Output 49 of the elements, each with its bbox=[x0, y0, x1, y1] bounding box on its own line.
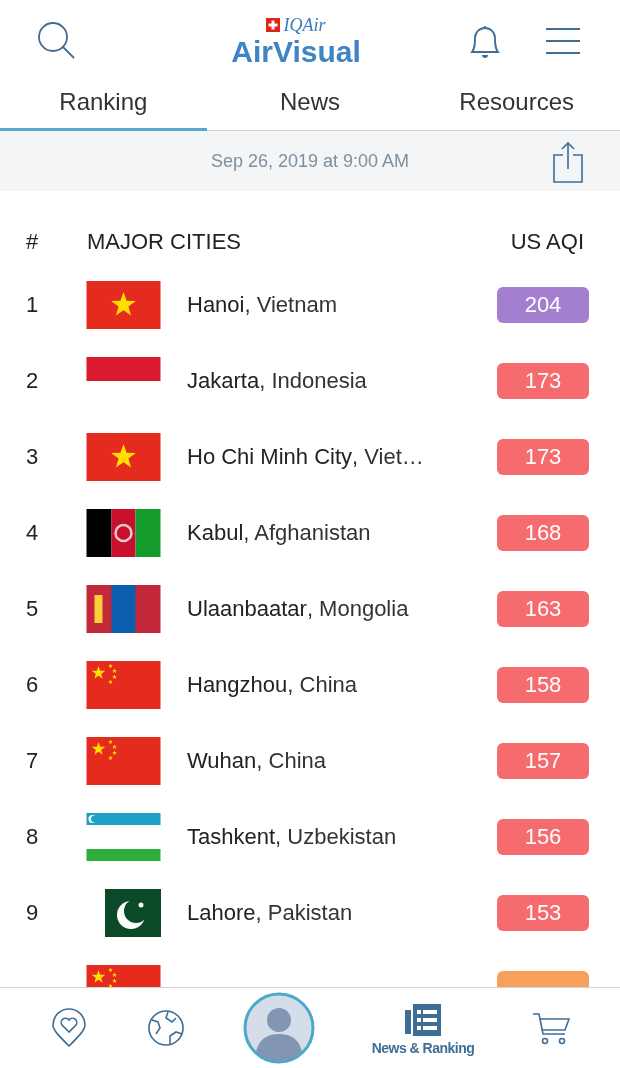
city-name[interactable]: Wuhan, China bbox=[187, 748, 497, 774]
tab[interactable]: Resources bbox=[413, 82, 620, 131]
rank-number: 3 bbox=[26, 444, 40, 470]
city-name[interactable]: Jakarta, Indonesia bbox=[187, 368, 497, 394]
rank-number: 6 bbox=[26, 672, 40, 698]
flag-icon bbox=[86, 661, 161, 709]
city-name[interactable]: Ulaanbaatar, Mongolia bbox=[187, 596, 497, 622]
city-name[interactable]: Kabul, Afghanistan bbox=[187, 520, 497, 546]
city-name[interactable]: Ho Chi Minh City, Viet… bbox=[187, 444, 497, 470]
brand-small: IQAir bbox=[283, 14, 326, 36]
share-icon[interactable] bbox=[552, 141, 584, 183]
flag-icon bbox=[86, 433, 161, 481]
aqi-badge: 173 bbox=[497, 363, 589, 399]
flag-icon bbox=[105, 889, 161, 937]
aqi-badge: 204 bbox=[497, 287, 589, 323]
rank-number: 5 bbox=[26, 596, 40, 622]
flag-icon bbox=[86, 281, 161, 329]
nav-tab[interactable]: News & Ranking bbox=[371, 1000, 475, 1056]
column-header: US AQI bbox=[510, 229, 584, 255]
globe-icon[interactable] bbox=[145, 1008, 186, 1048]
rank-number: 2 bbox=[26, 368, 40, 394]
avatar-icon[interactable] bbox=[242, 992, 315, 1064]
flag-icon bbox=[86, 509, 161, 557]
flag-icon bbox=[86, 585, 161, 633]
aqi-badge: 158 bbox=[497, 667, 589, 703]
date-label: Sep 26, 2019 at 9:00 AM bbox=[210, 150, 410, 172]
column-header: # bbox=[26, 229, 40, 255]
column-header: MAJOR CITIES bbox=[87, 229, 242, 255]
flag-icon bbox=[86, 813, 161, 861]
flag-icon bbox=[86, 357, 161, 381]
city-name[interactable]: Lahore, Pakistan bbox=[187, 900, 497, 926]
city-name[interactable]: Hangzhou, China bbox=[187, 672, 497, 698]
aqi-badge: 156 bbox=[497, 819, 589, 855]
flag-icon bbox=[86, 737, 161, 785]
city-name[interactable]: Tashkent, Uzbekistan bbox=[187, 824, 497, 850]
city-name[interactable]: Hanoi, Vietnam bbox=[187, 292, 497, 318]
app-logo-text: AirVisual bbox=[231, 35, 361, 68]
aqi-badge: 163 bbox=[497, 591, 589, 627]
rank-number: 1 bbox=[26, 292, 40, 318]
rank-number: 4 bbox=[26, 520, 40, 546]
rank-number: 7 bbox=[26, 748, 40, 774]
aqi-badge: 153 bbox=[497, 895, 589, 931]
rank-number: 9 bbox=[26, 900, 40, 926]
swiss-cross-icon bbox=[266, 18, 281, 32]
aqi-badge: 168 bbox=[497, 515, 589, 551]
tab[interactable]: News bbox=[206, 82, 414, 131]
aqi-badge: 173 bbox=[497, 439, 589, 475]
rank-number: 8 bbox=[26, 824, 40, 850]
aqi-badge: 157 bbox=[497, 743, 589, 779]
